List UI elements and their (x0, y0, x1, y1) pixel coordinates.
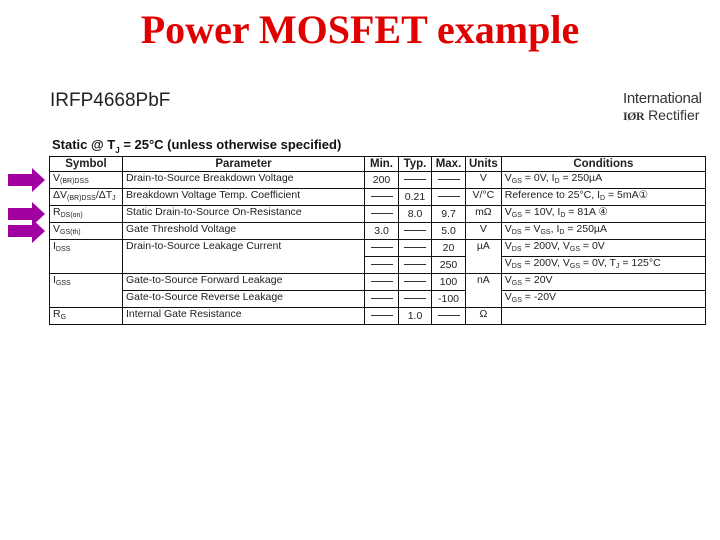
highlight-arrow-icon (8, 168, 45, 192)
cell-units: µA (465, 239, 502, 274)
cell-conditions: VGS = 0V, ID = 250µA (500, 171, 707, 189)
cell-units: Ω (465, 307, 502, 325)
cell-min (364, 239, 399, 257)
static-characteristics-table: Symbol Parameter Min. Typ. Max. Units Co… (49, 156, 707, 325)
cell-conditions: VDS = VGS, ID = 250µA (500, 222, 707, 240)
cell-min (364, 307, 399, 325)
header-parameter: Parameter (122, 156, 365, 172)
part-number: IRFP4668PbF (50, 90, 171, 111)
cell-min (364, 205, 399, 223)
cell-conditions: VDS = 200V, VGS = 0V, TJ = 125°C (500, 256, 707, 274)
cell-conditions: VGS = 10V, ID = 81A ④ (500, 205, 707, 223)
cell-min: 3.0 (364, 222, 399, 240)
table-row: IGSS Gate-to-Source Forward Leakage 100 nA V… (49, 273, 707, 308)
cell-conditions: Reference to 25°C, ID = 5mA① (500, 188, 707, 206)
cell-units: V (465, 171, 502, 189)
cell-parameter: Internal Gate Resistance (122, 307, 365, 325)
cell-parameter: Gate Threshold Voltage (122, 222, 365, 240)
cell-max: 20 (431, 239, 466, 257)
table-header-row: Symbol Parameter Min. Typ. Max. Units Co… (49, 156, 707, 172)
caption-suffix: = 25°C (unless otherwise specified) (119, 137, 342, 152)
cell-symbol: RDS(on) (49, 205, 123, 223)
company-logo: International IØR Rectifier (623, 91, 713, 124)
cell-max: 100 (431, 273, 466, 291)
header-units: Units (465, 156, 502, 172)
cell-parameter: Gate-to-Source Reverse Leakage (122, 290, 365, 308)
cell-typ: 1.0 (398, 307, 432, 325)
cell-typ: 8.0 (398, 205, 432, 223)
cell-max: 5.0 (431, 222, 466, 240)
highlight-arrow-icon (8, 202, 45, 226)
table-row: ΔV(BR)DSS/ΔTJ Breakdown Voltage Temp. Coe… (49, 188, 707, 206)
logo-rectifier-text: Rectifier (648, 107, 700, 123)
cell-parameter: Gate-to-Source Forward Leakage (122, 273, 365, 291)
cell-min (364, 273, 399, 291)
logo-line-international: International (623, 90, 702, 107)
table-row: RG Internal Gate Resistance 1.0 Ω (49, 307, 707, 325)
table-row: RDS(on) Static Drain-to-Source On-Resista… (49, 205, 707, 223)
cell-parameter: Drain-to-Source Breakdown Voltage (122, 171, 365, 189)
cell-typ (398, 273, 432, 291)
table-caption: Static @ TJ = 25°C (unless otherwise spe… (52, 137, 341, 155)
cell-conditions: VGS = -20V (500, 290, 707, 308)
header-max: Max. (431, 156, 466, 172)
cell-typ (398, 256, 432, 274)
cell-typ: 0.21 (398, 188, 432, 206)
cell-conditions: VDS = 200V, VGS = 0V (500, 239, 707, 257)
table-body: V(BR)DSS Drain-to-Source Breakdown Voltag… (49, 171, 707, 325)
header-conditions: Conditions (500, 156, 707, 172)
cell-symbol: VGS(th) (49, 222, 123, 240)
cell-parameter: Drain-to-Source Leakage Current (122, 239, 365, 274)
caption-prefix: Static @ T (52, 137, 116, 152)
cell-max (431, 307, 466, 325)
cell-max: 250 (431, 256, 466, 274)
cell-min: 200 (364, 171, 399, 189)
cell-typ (398, 290, 432, 308)
cell-units: nA (465, 273, 502, 308)
highlight-arrows (8, 168, 45, 243)
table-row: V(BR)DSS Drain-to-Source Breakdown Voltag… (49, 171, 707, 189)
table-row: Gate-to-Source Reverse Leakage -100 VGS = … (50, 290, 707, 308)
cell-units: V/°C (465, 188, 502, 206)
cell-symbol: ΔV(BR)DSS/ΔTJ (49, 188, 123, 206)
cell-min (364, 290, 399, 308)
table-row: IDSS Drain-to-Source Leakage Current 20 µA V… (49, 239, 707, 274)
header-symbol: Symbol (49, 156, 123, 172)
cell-conditions: VGS = 20V (500, 273, 707, 291)
cell-parameter: Breakdown Voltage Temp. Coefficient (122, 188, 365, 206)
cell-max: 9.7 (431, 205, 466, 223)
cell-symbol: RG (49, 307, 123, 325)
cell-symbol: IGSS (49, 273, 123, 308)
cell-units: V (465, 222, 502, 240)
ior-logo-mark: IØR (623, 109, 645, 123)
cell-max (431, 171, 466, 189)
logo-line-rectifier: IØR Rectifier (623, 107, 713, 124)
cell-parameter: Static Drain-to-Source On-Resistance (122, 205, 365, 223)
cell-typ (398, 239, 432, 257)
slide-title: Power MOSFET example (140, 7, 580, 52)
cell-min (364, 256, 399, 274)
cell-conditions (500, 307, 707, 325)
cell-typ (398, 222, 432, 240)
cell-max (431, 188, 466, 206)
cell-symbol: IDSS (49, 239, 123, 274)
cell-symbol: V(BR)DSS (49, 171, 123, 189)
cell-min (364, 188, 399, 206)
cell-max: -100 (431, 290, 466, 308)
header-typ: Typ. (398, 156, 432, 172)
highlight-arrow-icon (8, 219, 45, 243)
header-min: Min. (364, 156, 399, 172)
cell-typ (398, 171, 432, 189)
table-row: VGS(th) Gate Threshold Voltage 3.0 5.0 V VDS … (49, 222, 707, 240)
cell-units: mΩ (465, 205, 502, 223)
